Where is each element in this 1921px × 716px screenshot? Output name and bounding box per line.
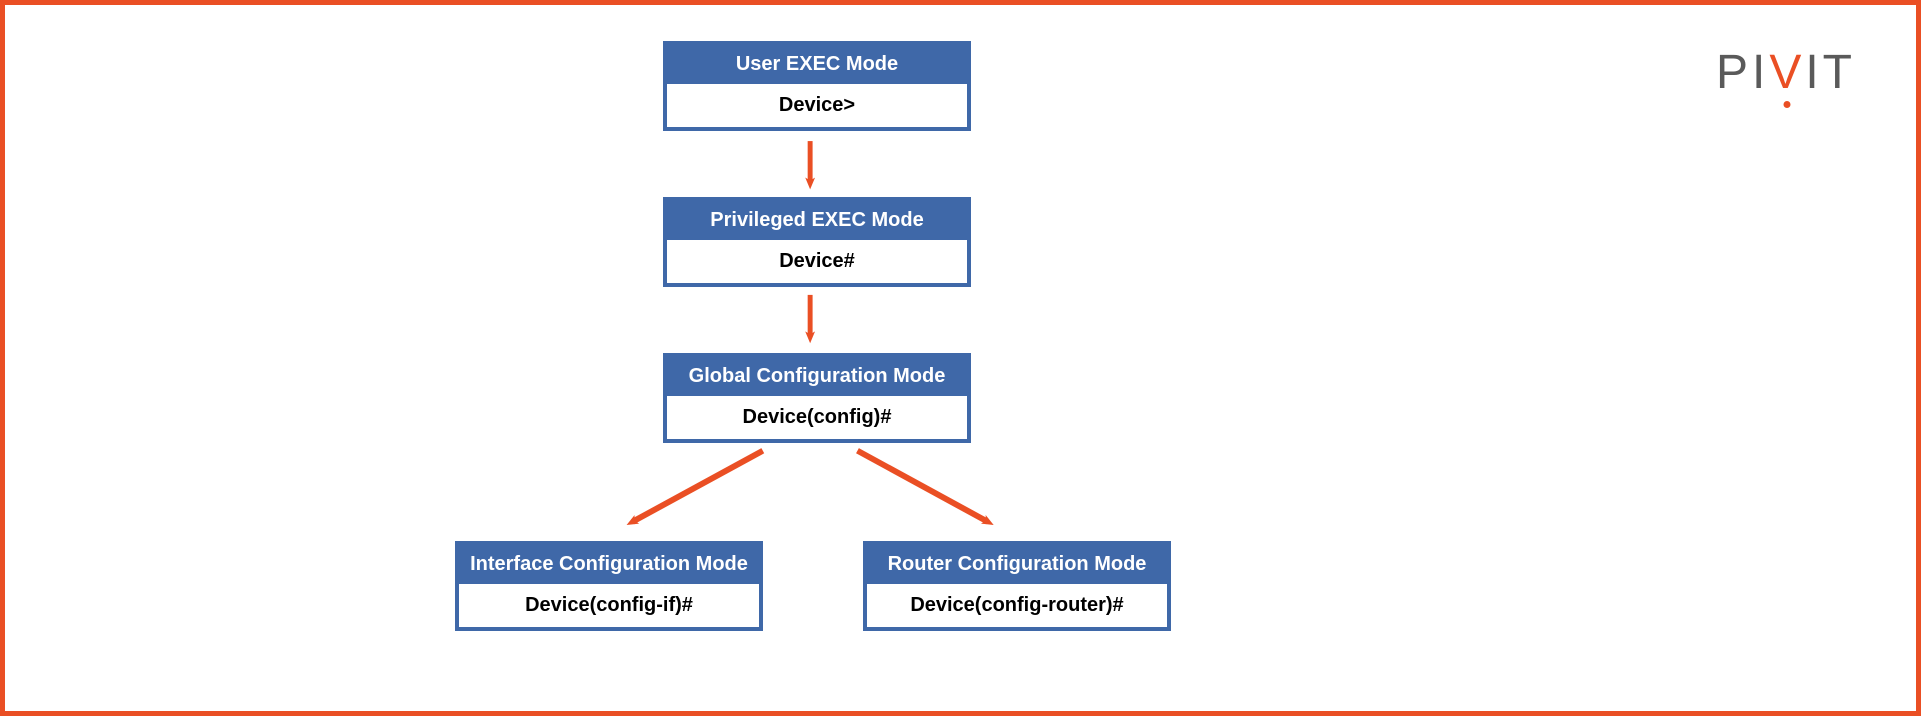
node-router-config: Router Configuration Mode Device(config-… — [863, 541, 1171, 631]
arrow-down-left-icon — [633, 451, 763, 522]
node-prompt: Device> — [667, 84, 967, 127]
arrow-down-right-icon — [857, 451, 987, 522]
node-title: Privileged EXEC Mode — [667, 201, 967, 240]
brand-logo: PIVIT — [1716, 45, 1856, 100]
logo-part-it: IT — [1805, 46, 1856, 99]
logo-part-pi: PI — [1716, 46, 1769, 99]
node-title: User EXEC Mode — [667, 45, 967, 84]
node-title: Global Configuration Mode — [667, 357, 967, 396]
node-title: Interface Configuration Mode — [459, 545, 759, 584]
node-prompt: Device(config)# — [667, 396, 967, 439]
node-prompt: Device(config-if)# — [459, 584, 759, 627]
node-privileged-exec: Privileged EXEC Mode Device# — [663, 197, 971, 287]
node-prompt: Device# — [667, 240, 967, 283]
logo-dot-icon — [1784, 101, 1791, 108]
diagram-frame: PIVIT User EXEC Mode Device> Privileged … — [0, 0, 1921, 716]
node-interface-config: Interface Configuration Mode Device(conf… — [455, 541, 763, 631]
logo-part-v: V — [1769, 46, 1805, 99]
node-title: Router Configuration Mode — [867, 545, 1167, 584]
node-user-exec: User EXEC Mode Device> — [663, 41, 971, 131]
node-prompt: Device(config-router)# — [867, 584, 1167, 627]
node-global-config: Global Configuration Mode Device(config)… — [663, 353, 971, 443]
